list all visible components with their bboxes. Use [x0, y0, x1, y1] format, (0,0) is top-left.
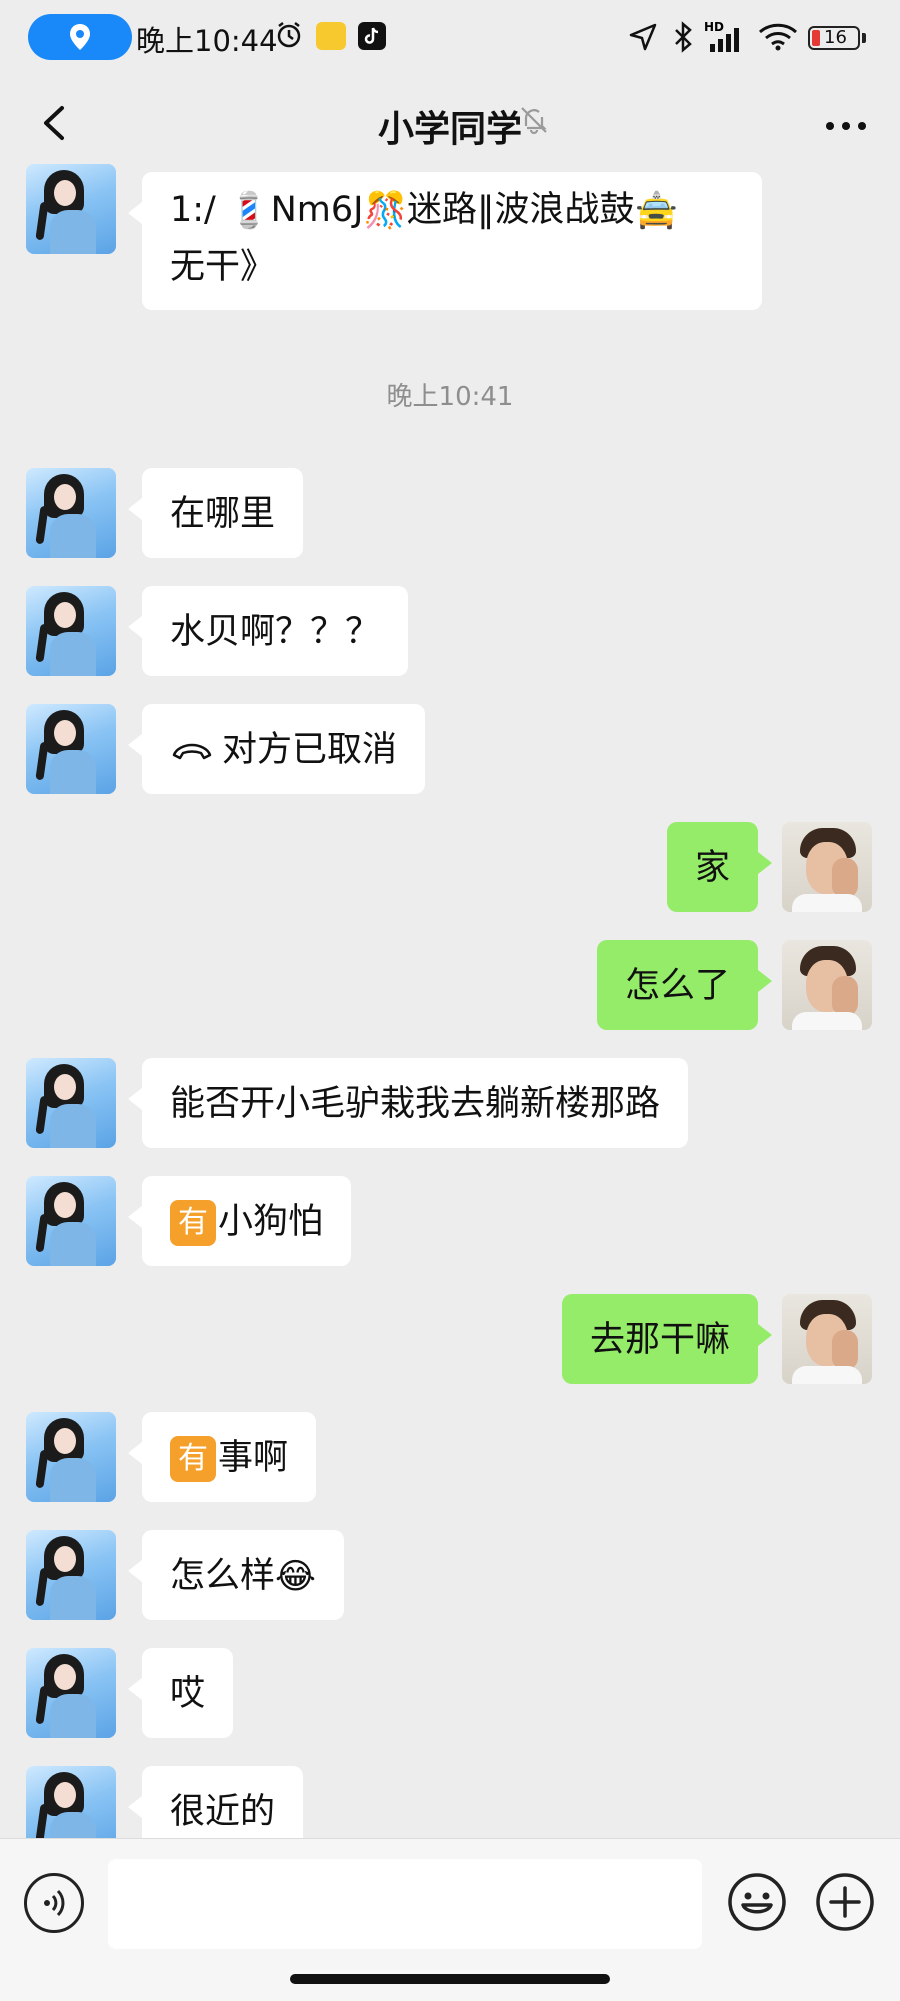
- message-text: 家: [694, 848, 730, 888]
- alarm-icon: [277, 22, 301, 48]
- plus-icon[interactable]: [814, 1871, 876, 1933]
- navigation-icon: [629, 23, 657, 51]
- message-bubble[interactable]: 1:/ 💈Nm6J🎊迷路‖波浪战鼓🚖 无干》: [128, 172, 762, 310]
- wifi-icon: [758, 23, 798, 51]
- message-text: 事啊: [218, 1438, 289, 1478]
- self-avatar[interactable]: [782, 822, 872, 912]
- tiktok-icon: [358, 22, 386, 50]
- message-text: 无干》: [170, 247, 276, 287]
- contact-avatar[interactable]: [26, 164, 116, 254]
- message-text: 去那干嘛: [589, 1320, 730, 1360]
- message-bubble[interactable]: 哎: [127, 1648, 234, 1738]
- barber-pole-emoji: 💈: [226, 191, 271, 231]
- location-icon: [70, 24, 90, 50]
- call-cancelled-bubble[interactable]: 对方已取消: [127, 704, 426, 794]
- contact-avatar[interactable]: [26, 586, 116, 676]
- message-bubble-self[interactable]: 去那干嘛: [561, 1294, 773, 1384]
- confetti-emoji: 🎊: [363, 191, 408, 231]
- contact-avatar[interactable]: [26, 1648, 116, 1738]
- bell-off-icon: [521, 107, 547, 135]
- message-text: 在哪里: [170, 494, 276, 534]
- emoji-icon[interactable]: [726, 1871, 788, 1933]
- message-text: 能否开小毛驴栽我去躺新楼那路: [170, 1084, 661, 1124]
- laughing-tears-emoji: 😂: [275, 1557, 316, 1597]
- you-badge-emoji: 有: [170, 1200, 216, 1246]
- message-bubble[interactable]: 怎么样😂: [128, 1530, 344, 1620]
- message-text: 迷路‖波浪战鼓: [407, 190, 635, 230]
- chat-header: 小学同学: [0, 76, 900, 172]
- message-text: 对方已取消: [222, 730, 398, 770]
- chat-title: 小学同学: [377, 109, 522, 150]
- more-icon[interactable]: [822, 106, 870, 146]
- hangup-icon: [172, 743, 212, 760]
- message-bubble[interactable]: 能否开小毛驴栽我去躺新楼那路: [127, 1058, 689, 1148]
- message-text: 怎么样: [170, 1556, 276, 1596]
- chat-timestamp: 晚上10:41: [386, 382, 514, 412]
- you-badge-emoji: 有: [170, 1436, 216, 1482]
- message-input[interactable]: [108, 1859, 702, 1949]
- message-text: 怎么了: [624, 966, 730, 1006]
- signal-icon: [710, 28, 739, 52]
- contact-avatar[interactable]: [26, 1176, 116, 1266]
- contact-avatar[interactable]: [26, 704, 116, 794]
- notification-app-icon: [316, 22, 346, 50]
- battery-level: 16: [824, 27, 847, 48]
- location-pill[interactable]: [28, 14, 132, 60]
- self-avatar[interactable]: [782, 940, 872, 1030]
- bluetooth-icon: [675, 21, 692, 53]
- taxi-emoji: 🚖: [634, 191, 679, 231]
- message-text: 水贝啊？？？: [170, 612, 381, 652]
- contact-avatar[interactable]: [26, 468, 116, 558]
- contact-avatar[interactable]: [26, 1412, 116, 1502]
- message-bubble[interactable]: 水贝啊？？？: [127, 586, 409, 676]
- status-time: 晚上10:44: [136, 24, 278, 58]
- self-avatar[interactable]: [782, 1294, 872, 1384]
- message-bubble[interactable]: 有小狗怕: [127, 1176, 352, 1266]
- voice-icon[interactable]: [24, 1873, 84, 1933]
- home-indicator[interactable]: [290, 1974, 610, 1984]
- battery-tip: [862, 33, 866, 43]
- message-text: 1:/: [170, 190, 227, 230]
- contact-avatar[interactable]: [26, 1530, 116, 1620]
- message-text: Nm6J: [270, 190, 364, 230]
- message-bubble[interactable]: 有事啊: [127, 1412, 317, 1502]
- message-bubble-self[interactable]: 怎么了: [596, 940, 773, 1030]
- message-bubble-self[interactable]: 家: [666, 822, 773, 912]
- status-bar: 晚上10:44 HD 16: [0, 0, 900, 76]
- message-text: 哎: [170, 1674, 206, 1714]
- message-text: 小狗怕: [218, 1202, 324, 1242]
- contact-avatar[interactable]: [26, 1058, 116, 1148]
- message-text: 很近的: [170, 1792, 276, 1832]
- message-bubble[interactable]: 在哪里: [127, 468, 304, 558]
- battery-icon: 16: [808, 26, 860, 50]
